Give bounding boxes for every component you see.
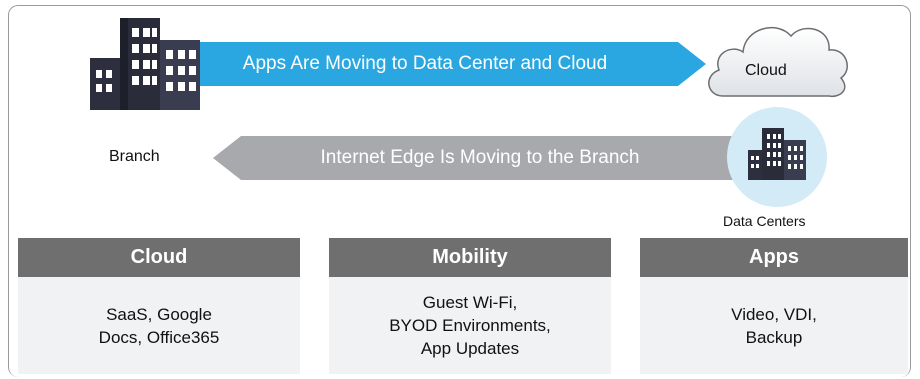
card-cloud-title: Cloud bbox=[18, 238, 300, 277]
card-mobility-line-2: BYOD Environments, bbox=[389, 316, 551, 335]
card-apps-line-1: Video, VDI, bbox=[731, 304, 817, 324]
card-apps-line-2: Backup bbox=[745, 327, 803, 347]
bottom-arrow-label: Internet Edge Is Moving to the Branch bbox=[320, 147, 640, 168]
building-icon bbox=[90, 18, 200, 110]
card-apps-body: Video, VDI, Backup bbox=[640, 277, 908, 374]
cloud-icon bbox=[708, 26, 848, 98]
card-cloud-line-2: Docs, Office365 bbox=[98, 327, 220, 347]
branch-label: Branch bbox=[109, 148, 160, 165]
data-centers-label: Data Centers bbox=[723, 213, 806, 229]
card-mobility-line-1: Guest Wi-Fi, bbox=[422, 293, 518, 312]
card-mobility-line-3: App Updates bbox=[420, 339, 520, 358]
card-cloud-line-1: SaaS, Google bbox=[106, 304, 212, 324]
card-cloud-body: SaaS, Google Docs, Office365 bbox=[18, 277, 300, 374]
card-mobility-body: Guest Wi-Fi, BYOD Environments, App Upda… bbox=[329, 277, 611, 374]
card-mobility-title: Mobility bbox=[329, 238, 611, 277]
data-center-icon bbox=[727, 107, 827, 207]
top-arrow-label: Apps Are Moving to Data Center and Cloud bbox=[242, 53, 608, 74]
cloud-label: Cloud bbox=[745, 62, 787, 79]
card-apps-title: Apps bbox=[640, 238, 908, 277]
